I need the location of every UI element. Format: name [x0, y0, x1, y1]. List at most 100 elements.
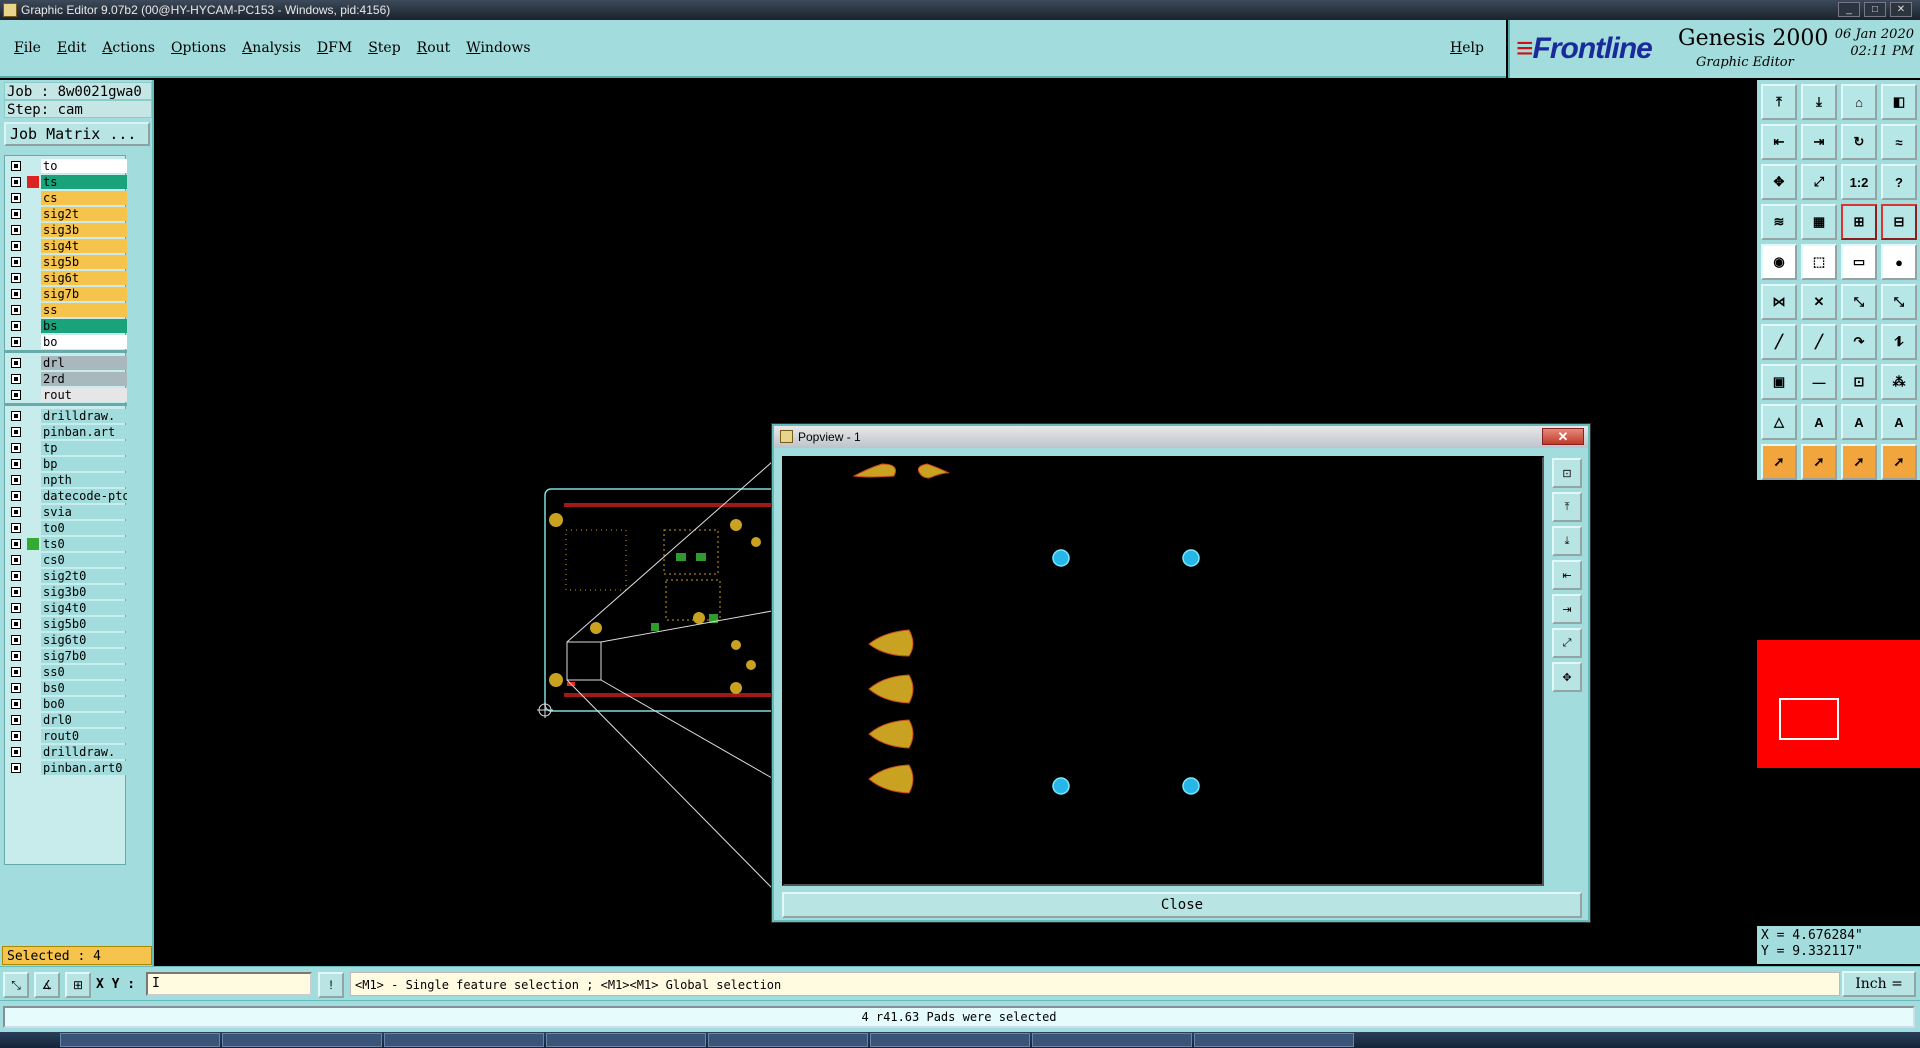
unit-selector[interactable]: Inch = — [1842, 971, 1916, 997]
tool-button-icon[interactable]: A — [1801, 404, 1837, 440]
layer-checkbox[interactable] — [11, 225, 21, 235]
navigation-viewport[interactable] — [1779, 698, 1839, 740]
tool-button-icon[interactable]: ▦ — [1801, 204, 1837, 240]
layer-row[interactable]: sig7b0 — [5, 648, 127, 664]
layer-row[interactable]: ss — [5, 302, 127, 318]
tool-button-icon[interactable]: ⤢ — [1801, 164, 1837, 200]
tool-button-icon[interactable]: ● — [1881, 244, 1917, 280]
tool-button-icon[interactable]: ⊡ — [1841, 364, 1877, 400]
layer-row[interactable]: ss0 — [5, 664, 127, 680]
layer-row[interactable]: sig6t0 — [5, 632, 127, 648]
layer-checkbox[interactable] — [11, 699, 21, 709]
popview-tool-icon[interactable]: ⤢ — [1552, 628, 1582, 658]
layer-checkbox[interactable] — [11, 603, 21, 613]
tool-button-icon[interactable]: ➚ — [1841, 444, 1877, 480]
navigation-map[interactable] — [1757, 640, 1920, 768]
layer-row[interactable]: drl0 — [5, 712, 127, 728]
layer-checkbox[interactable] — [11, 321, 21, 331]
layer-checkbox[interactable] — [11, 358, 21, 368]
tool-button-icon[interactable]: ≈ — [1881, 124, 1917, 160]
layer-row[interactable]: 2rd — [5, 371, 127, 387]
layer-checkbox[interactable] — [11, 763, 21, 773]
info-icon[interactable]: ! — [318, 972, 344, 998]
tool-button-icon[interactable]: ? — [1881, 164, 1917, 200]
tool-button-icon[interactable]: ✥ — [1761, 164, 1797, 200]
popview-tool-icon[interactable]: ⊡ — [1552, 458, 1582, 488]
tool-button-icon[interactable]: ✕ — [1801, 284, 1837, 320]
tool-button-icon[interactable]: ➚ — [1761, 444, 1797, 480]
layer-checkbox[interactable] — [11, 193, 21, 203]
minimize-button[interactable]: _ — [1838, 2, 1860, 17]
layer-row[interactable]: sig3b0 — [5, 584, 127, 600]
layer-row[interactable]: sig2t — [5, 206, 127, 222]
maximize-button[interactable]: □ — [1864, 2, 1886, 17]
tool-button-icon[interactable]: ⬚ — [1801, 244, 1837, 280]
layer-row[interactable]: sig2t0 — [5, 568, 127, 584]
layer-row[interactable]: sig7b — [5, 286, 127, 302]
layer-checkbox[interactable] — [11, 635, 21, 645]
taskbar-item[interactable] — [1194, 1033, 1354, 1047]
tool-button-icon[interactable]: △ — [1761, 404, 1797, 440]
layer-row[interactable]: sig6t — [5, 270, 127, 286]
tool-button-icon[interactable]: ⊞ — [1841, 204, 1877, 240]
grid-icon[interactable]: ⊞ — [65, 972, 91, 998]
menu-file[interactable]: File — [14, 40, 41, 56]
tool-button-icon[interactable]: ◧ — [1881, 84, 1917, 120]
tool-button-icon[interactable]: ⤡ — [1841, 284, 1877, 320]
snap-icon[interactable]: ⤡ — [3, 972, 29, 998]
layer-checkbox[interactable] — [11, 587, 21, 597]
layer-row[interactable]: sig4t — [5, 238, 127, 254]
menu-options[interactable]: Options — [171, 40, 226, 56]
tool-button-icon[interactable]: ╱ — [1801, 324, 1837, 360]
layer-row[interactable]: drilldraw. — [5, 744, 127, 760]
layer-row[interactable]: cs — [5, 190, 127, 206]
layer-checkbox[interactable] — [11, 731, 21, 741]
popview-tool-icon[interactable]: ✥ — [1552, 662, 1582, 692]
layer-row[interactable]: pinban.art0 — [5, 760, 127, 776]
tool-button-icon[interactable]: ⁂ — [1881, 364, 1917, 400]
menu-edit[interactable]: Edit — [57, 40, 86, 56]
job-matrix-button[interactable]: Job Matrix ... — [4, 122, 150, 146]
layer-checkbox[interactable] — [11, 273, 21, 283]
layer-row[interactable]: bs — [5, 318, 127, 334]
popview-tool-icon[interactable]: ⤒ — [1552, 492, 1582, 522]
tool-button-icon[interactable]: ▭ — [1841, 244, 1877, 280]
menu-help[interactable]: Help — [1450, 40, 1484, 56]
layer-checkbox[interactable] — [11, 459, 21, 469]
popview-tool-icon[interactable]: ⇤ — [1552, 560, 1582, 590]
menu-actions[interactable]: Actions — [102, 40, 155, 56]
layer-row[interactable]: sig4t0 — [5, 600, 127, 616]
layer-checkbox[interactable] — [11, 507, 21, 517]
menu-analysis[interactable]: Analysis — [242, 40, 301, 56]
layer-row[interactable]: npth — [5, 472, 127, 488]
tool-button-icon[interactable]: 1:2 — [1841, 164, 1877, 200]
layer-row[interactable]: pinban.art — [5, 424, 127, 440]
layer-row[interactable]: to — [5, 158, 127, 174]
layer-checkbox[interactable] — [11, 619, 21, 629]
taskbar-item[interactable] — [708, 1033, 868, 1047]
menu-dfm[interactable]: DFM — [317, 40, 352, 56]
layer-checkbox[interactable] — [11, 337, 21, 347]
layer-checkbox[interactable] — [11, 209, 21, 219]
layer-checkbox[interactable] — [11, 443, 21, 453]
tool-button-icon[interactable]: ≋ — [1761, 204, 1797, 240]
layer-checkbox[interactable] — [11, 747, 21, 757]
tool-button-icon[interactable]: A — [1881, 404, 1917, 440]
layer-row[interactable]: drilldraw. — [5, 408, 127, 424]
layer-row[interactable]: bs0 — [5, 680, 127, 696]
layer-checkbox[interactable] — [11, 177, 21, 187]
xy-input[interactable]: I — [146, 972, 312, 996]
layer-checkbox[interactable] — [11, 571, 21, 581]
tool-button-icon[interactable]: ⇥ — [1801, 124, 1837, 160]
layer-row[interactable]: rout — [5, 387, 127, 403]
layer-checkbox[interactable] — [11, 305, 21, 315]
layer-row[interactable]: ts0 — [5, 536, 127, 552]
layer-row[interactable]: datecode-pto — [5, 488, 127, 504]
tool-button-icon[interactable]: ↻ — [1841, 124, 1877, 160]
popview-tool-icon[interactable]: ⇥ — [1552, 594, 1582, 624]
tool-button-icon[interactable]: — — [1801, 364, 1837, 400]
taskbar-item[interactable] — [222, 1033, 382, 1047]
layer-checkbox[interactable] — [11, 683, 21, 693]
layer-row[interactable]: svia — [5, 504, 127, 520]
taskbar-item[interactable] — [1032, 1033, 1192, 1047]
